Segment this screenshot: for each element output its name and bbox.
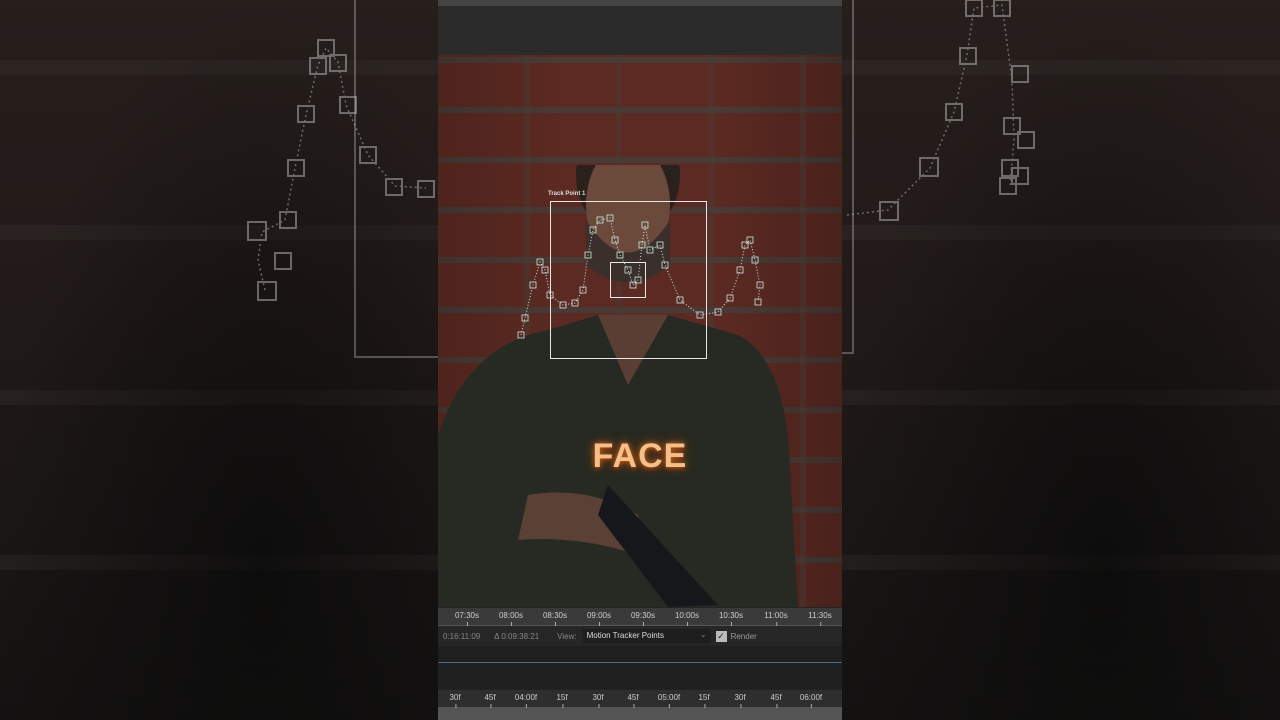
ruler-tick: 05:00f bbox=[657, 693, 681, 708]
ruler-tick: 15f bbox=[556, 693, 568, 708]
ghost-track-path bbox=[247, 39, 435, 301]
ruler-tick: 11:30s bbox=[808, 611, 832, 626]
keyframe-marker[interactable] bbox=[624, 266, 632, 274]
keyframe-marker[interactable] bbox=[596, 216, 604, 224]
ruler-tick: 10:00s bbox=[674, 611, 700, 626]
keyframe-marker[interactable] bbox=[751, 256, 759, 264]
after-effects-panel: Track Point 1 FACE 07:30s 08:00s 08:30s … bbox=[438, 0, 842, 720]
ruler-tick: 45f bbox=[770, 693, 782, 708]
ruler-tick: 11:00s bbox=[764, 611, 788, 626]
viewer-info-bar: 0:16:11:09 Δ 0:09:38:21 View: Motion Tra… bbox=[438, 626, 842, 646]
keyframe-marker[interactable] bbox=[676, 296, 684, 304]
scrollbar[interactable] bbox=[438, 708, 842, 720]
blurred-background-right bbox=[842, 0, 1280, 720]
timeline-track-area[interactable] bbox=[438, 646, 842, 689]
view-label: View: bbox=[557, 631, 577, 641]
ruler-tick: 09:30s bbox=[630, 611, 656, 626]
ghost-track-path bbox=[846, 0, 1035, 221]
ruler-tick: 45f bbox=[627, 693, 639, 708]
time-ruler-top[interactable]: 07:30s 08:00s 08:30s 09:00s 09:30s 10:00… bbox=[438, 608, 842, 626]
keyframe-marker[interactable] bbox=[736, 266, 744, 274]
delta-time: Δ 0:09:38:21 bbox=[494, 631, 540, 641]
ruler-tick: 30f bbox=[734, 693, 746, 708]
render-label: Render bbox=[730, 631, 757, 641]
ruler-tick: 04:00f bbox=[514, 693, 538, 708]
ruler-tick: 15f bbox=[698, 693, 710, 708]
view-value: Motion Tracker Points bbox=[586, 631, 664, 640]
caption-text: FACE bbox=[592, 437, 688, 475]
ruler-tick: 30f bbox=[449, 693, 461, 708]
checkmark-icon: ✓ bbox=[717, 630, 725, 641]
composition-viewer[interactable]: Track Point 1 FACE bbox=[438, 55, 842, 607]
panel-header bbox=[438, 0, 842, 55]
keyframe-marker[interactable] bbox=[696, 311, 704, 319]
view-dropdown[interactable]: Motion Tracker Points ⌄ bbox=[582, 629, 711, 643]
keyframe-marker[interactable] bbox=[656, 241, 664, 249]
render-checkbox[interactable]: ✓ bbox=[715, 630, 727, 642]
playhead-line bbox=[438, 662, 842, 663]
ruler-tick: 06:00f bbox=[799, 693, 823, 708]
keyframe-marker[interactable] bbox=[611, 236, 619, 244]
keyframe-marker[interactable] bbox=[616, 251, 624, 259]
track-path-line bbox=[520, 217, 761, 336]
time-ruler-bottom[interactable]: 30f 45f 04:00f 15f 30f 45f 05:00f 15f 30… bbox=[438, 690, 842, 708]
blurred-background-left bbox=[0, 0, 438, 720]
ruler-tick: 10:30s bbox=[718, 611, 744, 626]
ruler-tick: 09:00s bbox=[586, 611, 612, 626]
ruler-tick: 30f bbox=[592, 693, 604, 708]
keyframe-marker[interactable] bbox=[661, 261, 669, 269]
ruler-tick: 07:30s bbox=[454, 611, 480, 626]
ruler-tick: 08:30s bbox=[542, 611, 568, 626]
motion-tracker-path bbox=[517, 214, 764, 339]
ruler-tick: 08:00s bbox=[498, 611, 524, 626]
current-time[interactable]: 0:16:11:09 bbox=[443, 632, 480, 641]
ruler-tick: 45f bbox=[484, 693, 496, 708]
chevron-down-icon: ⌄ bbox=[699, 630, 707, 639]
